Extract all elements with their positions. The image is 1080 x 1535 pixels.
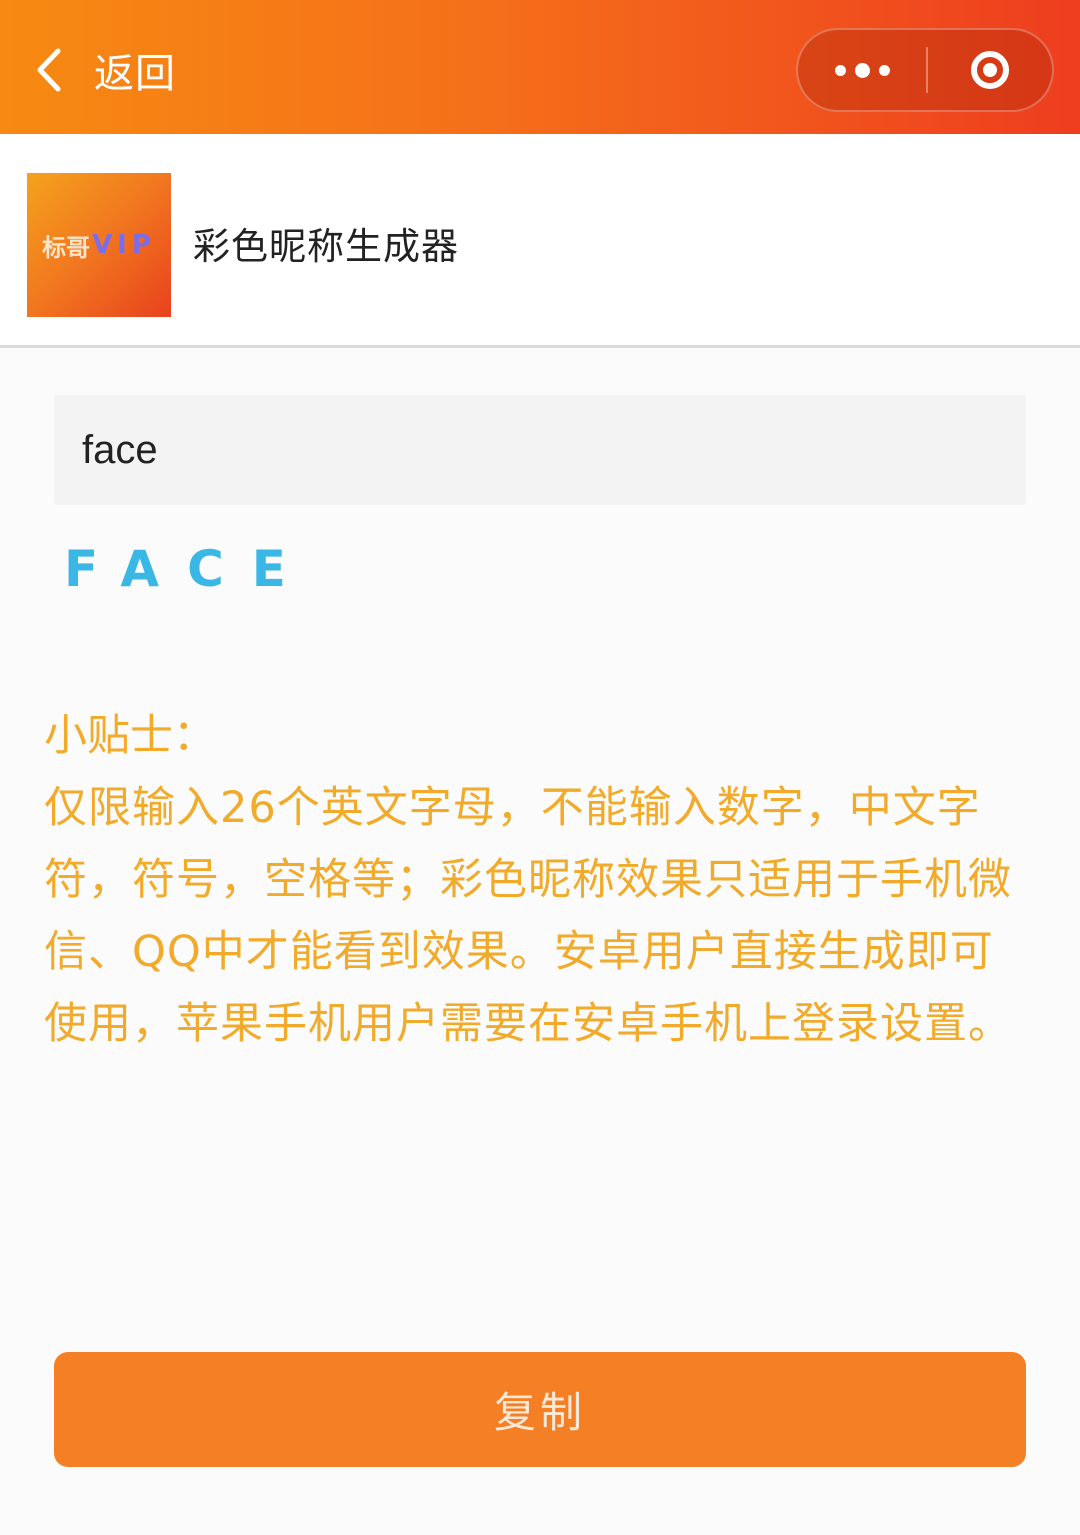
mini-program-capsule <box>796 28 1054 112</box>
chevron-left-icon <box>34 40 74 100</box>
nickname-input[interactable]: face <box>54 395 1026 505</box>
tips-title: 小贴士： <box>44 711 216 761</box>
back-button[interactable]: 返回 <box>34 40 176 100</box>
tips-section: 小贴士： 仅限输入26个英文字母，不能输入数字，中文字符，符号，空格等；彩色昵称… <box>44 700 1034 1060</box>
logo-vip-text: VIP <box>92 230 156 260</box>
navigation-bar: 返回 <box>0 0 1080 134</box>
app-title: 彩色昵称生成器 <box>193 225 459 268</box>
tips-body: 仅限输入26个英文字母，不能输入数字，中文字符，符号，空格等；彩色昵称效果只适用… <box>44 783 1012 1049</box>
target-close-icon[interactable] <box>928 30 1052 110</box>
back-label: 返回 <box>94 51 176 97</box>
copy-button[interactable]: 复制 <box>54 1352 1026 1467</box>
logo-cn-text: 标哥 <box>42 233 91 262</box>
colored-nickname-preview: FACE <box>64 540 314 598</box>
app-header: 标哥 VIP 彩色昵称生成器 <box>0 134 1080 348</box>
nickname-input-value: face <box>82 427 158 472</box>
app-logo: 标哥 VIP <box>27 173 171 317</box>
more-dots-icon[interactable] <box>798 30 926 110</box>
